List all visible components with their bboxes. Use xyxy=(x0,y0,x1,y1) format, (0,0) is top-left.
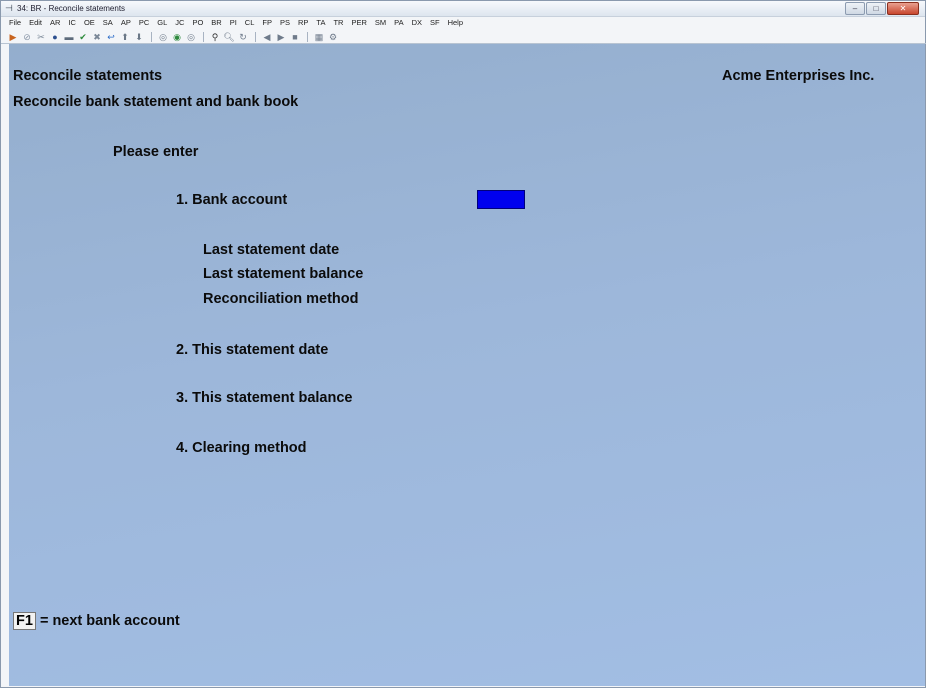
record-icon[interactable]: ■ xyxy=(290,32,300,42)
footer-hint-text: = next bank account xyxy=(35,613,180,629)
refresh-icon[interactable]: ↻ xyxy=(238,32,248,42)
menu-dx[interactable]: DX xyxy=(412,17,422,29)
screen-subtitle: Reconcile bank statement and bank book xyxy=(13,94,299,110)
undo-icon[interactable]: ↩ xyxy=(106,32,116,42)
find-icon[interactable]: ⚲ xyxy=(210,32,220,42)
screen-title: Reconcile statements xyxy=(13,68,163,84)
go-icon[interactable]: ▶ xyxy=(8,32,18,42)
prompt-label: Please enter xyxy=(113,144,199,160)
play-icon[interactable]: ▶ xyxy=(276,32,286,42)
last-statement-balance-label: Last statement balance xyxy=(203,266,364,282)
print-icon[interactable]: ▬ xyxy=(64,32,74,42)
maximize-button[interactable]: □ xyxy=(866,2,886,15)
field-4-label: 4. Clearing method xyxy=(176,440,307,456)
app-window: ⊣ 34: BR - Reconcile statements – □ ✕ Fi… xyxy=(0,0,926,688)
menu-cl[interactable]: CL xyxy=(245,17,255,29)
menu-ps[interactable]: PS xyxy=(280,17,290,29)
menu-ap[interactable]: AP xyxy=(121,17,131,29)
menu-oe[interactable]: OE xyxy=(84,17,95,29)
toolbar-separator xyxy=(151,31,152,42)
menu-pc[interactable]: PC xyxy=(139,17,149,29)
menu-sm[interactable]: SM xyxy=(375,17,386,29)
settings-icon[interactable]: ⚙ xyxy=(328,32,338,42)
menu-file[interactable]: File xyxy=(9,17,21,29)
next-record-icon[interactable]: ◉ xyxy=(172,32,182,42)
stop-icon[interactable]: ⊘ xyxy=(22,32,32,42)
field-1-label: 1. Bank account xyxy=(176,192,288,208)
menu-jc[interactable]: JC xyxy=(175,17,184,29)
last-icon[interactable]: ◎ xyxy=(186,32,196,42)
menu-tr[interactable]: TR xyxy=(333,17,343,29)
menu-sf[interactable]: SF xyxy=(430,17,440,29)
menu-bar: File Edit AR IC OE SA AP PC GL JC PO BR … xyxy=(1,17,926,29)
window-title: 34: BR - Reconcile statements xyxy=(17,4,126,13)
toolbar-separator xyxy=(203,31,204,42)
f1-key-label[interactable]: F1 xyxy=(13,612,36,630)
menu-sa[interactable]: SA xyxy=(103,17,113,29)
app-icon: ⊣ xyxy=(5,3,13,13)
terminal-screen: Reconcile statements Acme Enterprises In… xyxy=(9,44,925,686)
menu-pi[interactable]: PI xyxy=(230,17,237,29)
minimize-button[interactable]: – xyxy=(845,2,865,15)
first-icon[interactable]: ◎ xyxy=(158,32,168,42)
prev-icon[interactable]: ◀ xyxy=(262,32,272,42)
menu-rp[interactable]: RP xyxy=(298,17,308,29)
toolbar-separator xyxy=(255,31,256,42)
menu-pa[interactable]: PA xyxy=(394,17,403,29)
globe-icon[interactable]: ● xyxy=(50,32,60,42)
menu-gl[interactable]: GL xyxy=(157,17,167,29)
close-button[interactable]: ✕ xyxy=(887,2,919,15)
menu-help[interactable]: Help xyxy=(448,17,463,29)
field-3-label: 3. This statement balance xyxy=(176,390,353,406)
zoom-icon[interactable]: 🔍︎ xyxy=(223,32,234,42)
cancel-icon[interactable]: ✖ xyxy=(92,32,102,42)
window-controls: – □ ✕ xyxy=(844,2,919,15)
up-arrow-icon[interactable]: ⬆ xyxy=(120,32,130,42)
menu-br[interactable]: BR xyxy=(211,17,221,29)
calculator-icon[interactable]: ▦ xyxy=(314,32,324,42)
menu-ic[interactable]: IC xyxy=(68,17,76,29)
title-bar: ⊣ 34: BR - Reconcile statements – □ ✕ xyxy=(1,1,925,17)
company-name: Acme Enterprises Inc. xyxy=(722,68,875,84)
menu-ar[interactable]: AR xyxy=(50,17,60,29)
down-arrow-icon[interactable]: ⬇ xyxy=(134,32,144,42)
reconciliation-method-label: Reconciliation method xyxy=(203,291,359,307)
bank-account-input[interactable] xyxy=(477,190,525,209)
toolbar: ▶ ⊘ ✂ ● ▬ ✔ ✖ ↩ ⬆ ⬇ ◎ ◉ ◎ ⚲ 🔍︎ ↻ ◀ ▶ ■ ▦… xyxy=(1,30,926,44)
menu-edit[interactable]: Edit xyxy=(29,17,42,29)
tools-icon[interactable]: ✂ xyxy=(36,32,46,42)
menu-ta[interactable]: TA xyxy=(316,17,325,29)
toolbar-separator xyxy=(307,31,308,42)
footer-hint: F1 = next bank account xyxy=(13,612,180,630)
last-statement-date-label: Last statement date xyxy=(203,242,340,258)
menu-per[interactable]: PER xyxy=(351,17,366,29)
check-icon[interactable]: ✔ xyxy=(78,32,88,42)
menu-po[interactable]: PO xyxy=(192,17,203,29)
field-2-label: 2. This statement date xyxy=(176,342,329,358)
menu-fp[interactable]: FP xyxy=(262,17,272,29)
